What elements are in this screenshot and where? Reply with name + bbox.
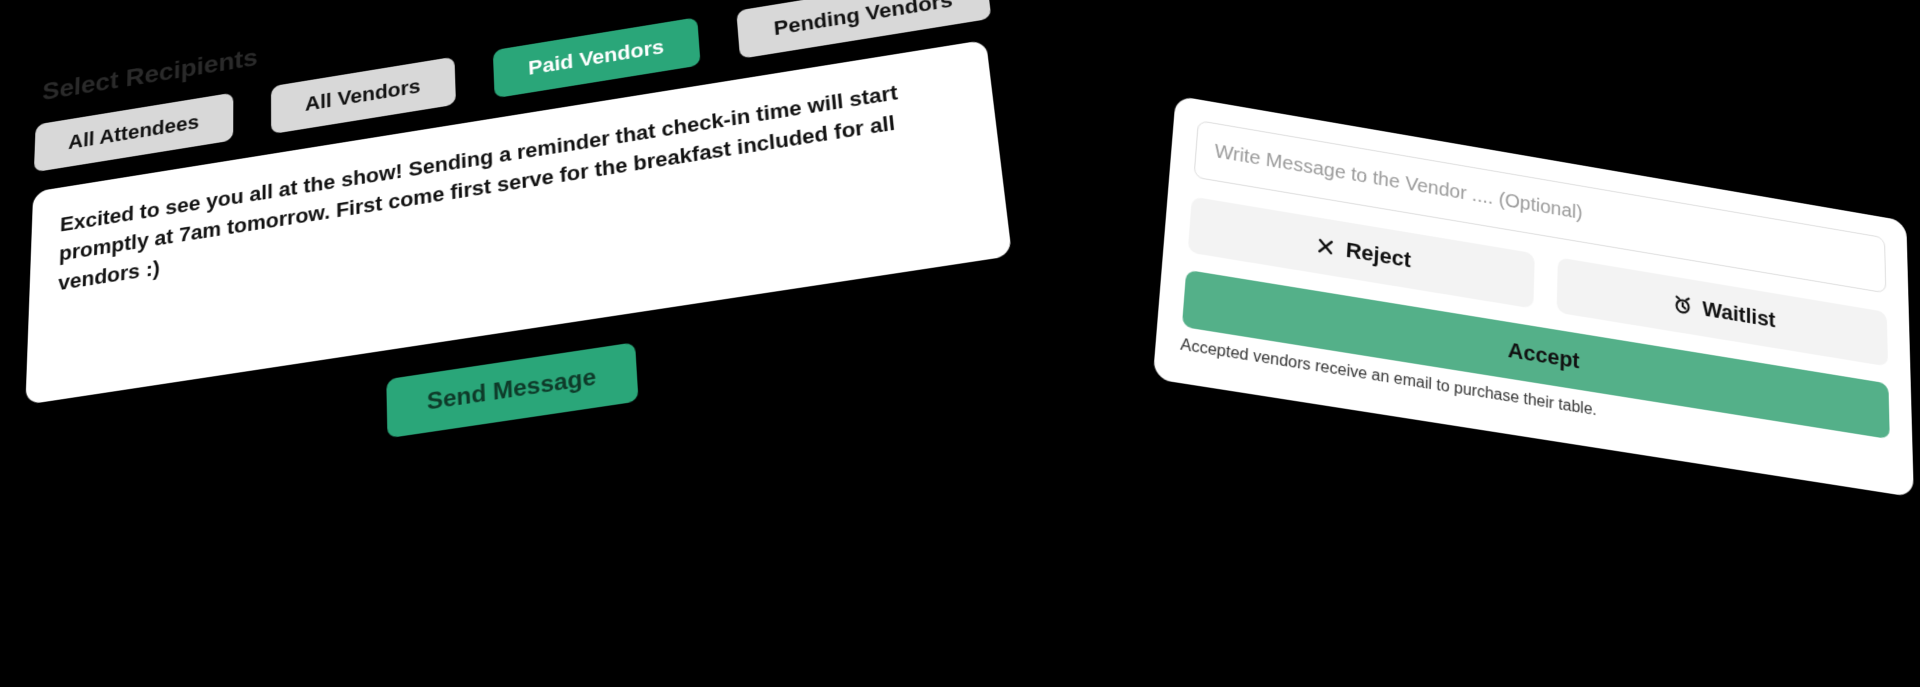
vendor-card: Write Message to the Vendor .... (Option… <box>1153 96 1914 498</box>
chip-all-vendors[interactable]: All Vendors <box>271 57 456 135</box>
reject-label: Reject <box>1345 238 1411 274</box>
waitlist-label: Waitlist <box>1702 296 1775 333</box>
clock-icon <box>1672 293 1693 317</box>
close-icon <box>1316 235 1337 257</box>
vendor-response-panel: Write Message to the Vendor .... (Option… <box>1153 96 1914 498</box>
send-message-button[interactable]: Send Message <box>386 342 639 438</box>
chip-paid-vendors[interactable]: Paid Vendors <box>493 17 701 98</box>
compose-panel: Select Recipients All Attendees All Vend… <box>22 0 1023 492</box>
chip-all-attendees[interactable]: All Attendees <box>34 93 233 173</box>
